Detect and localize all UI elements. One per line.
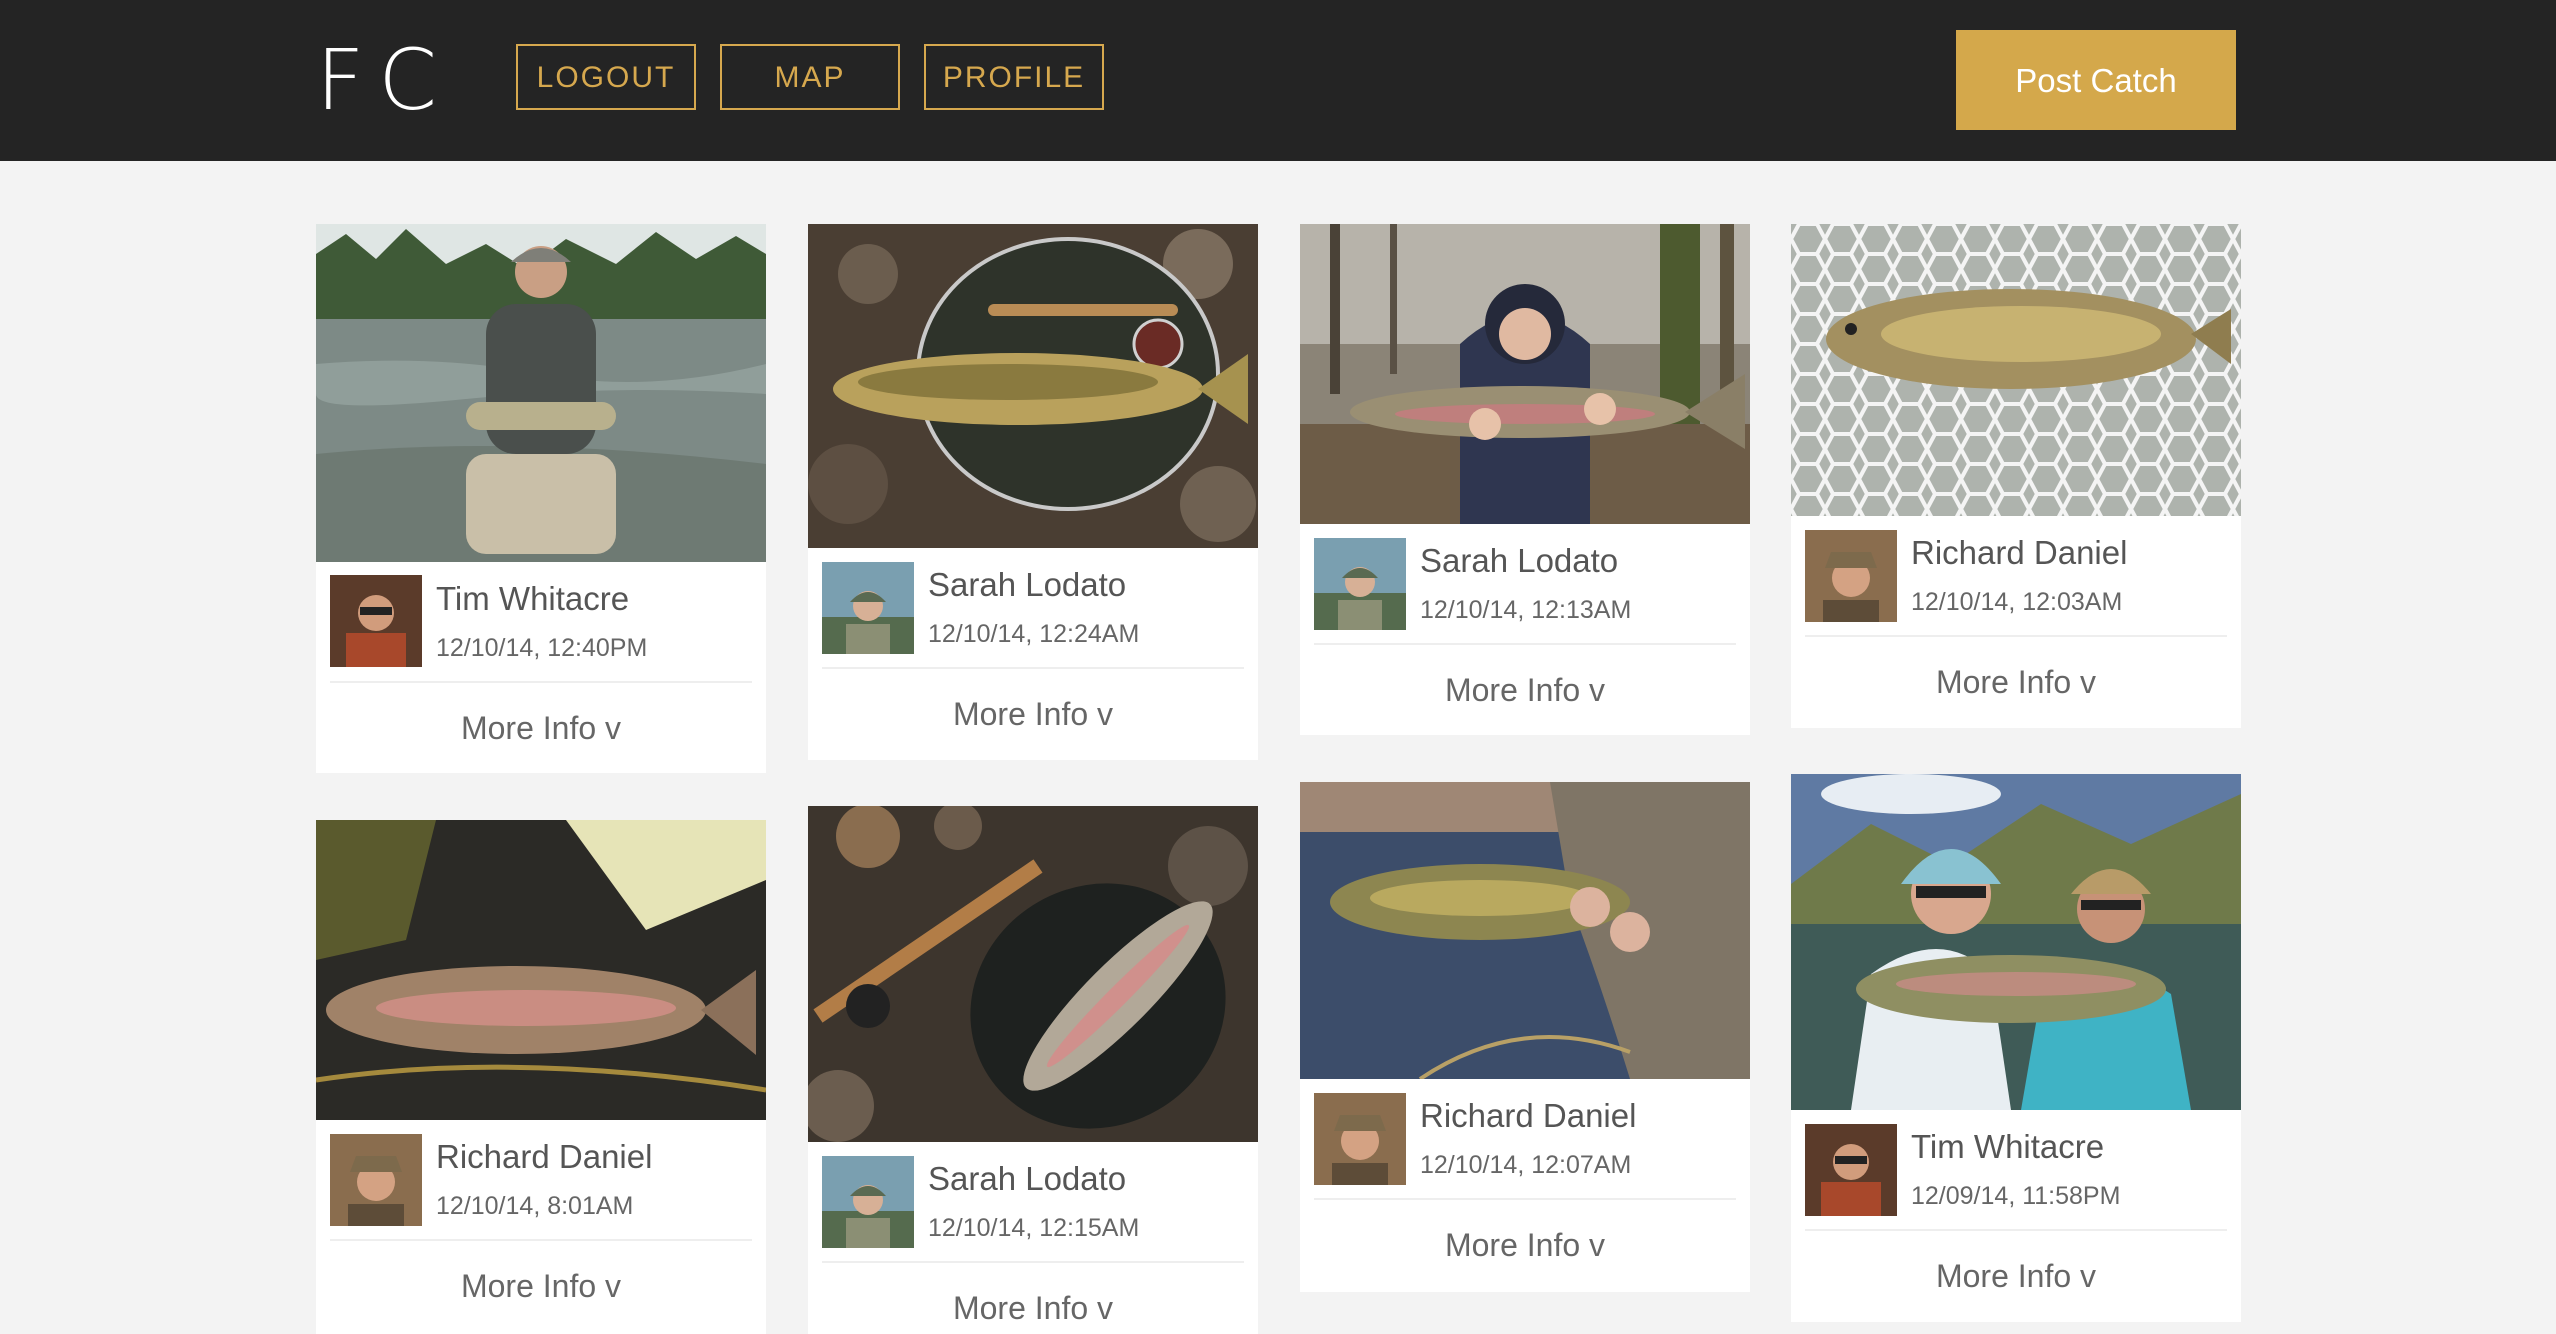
user-avatar[interactable] [1805, 1124, 1897, 1216]
post-catch-button[interactable]: Post Catch [1956, 30, 2236, 130]
catch-date: 12/10/14, 12:03AM [1911, 588, 2123, 616]
user-name[interactable]: Tim Whitacre [436, 580, 629, 618]
logout-button[interactable]: LOGOUT [516, 44, 696, 110]
user-name[interactable]: Richard Daniel [436, 1138, 652, 1176]
catch-photo[interactable] [1791, 224, 2241, 516]
profile-button[interactable]: PROFILE [924, 44, 1104, 110]
catch-card: Sarah Lodato 12/10/14, 12:15AM More Info… [808, 806, 1258, 1334]
catch-card: Sarah Lodato 12/10/14, 12:13AM More Info… [1300, 224, 1750, 735]
user-avatar[interactable] [330, 575, 422, 667]
catch-date: 12/10/14, 12:40PM [436, 634, 648, 662]
user-avatar[interactable] [1805, 530, 1897, 622]
divider [822, 1261, 1244, 1263]
more-info-link[interactable]: More Info v [1300, 1227, 1750, 1264]
catch-photo[interactable] [1300, 224, 1750, 524]
catch-date: 12/10/14, 12:24AM [928, 620, 1140, 648]
divider [330, 681, 752, 683]
divider [1805, 1229, 2227, 1231]
catch-card: Richard Daniel 12/10/14, 12:03AM More In… [1791, 224, 2241, 728]
user-avatar[interactable] [1314, 538, 1406, 630]
catch-photo[interactable] [808, 224, 1258, 548]
user-name[interactable]: Sarah Lodato [928, 1160, 1126, 1198]
catch-date: 12/10/14, 8:01AM [436, 1192, 634, 1220]
user-avatar[interactable] [330, 1134, 422, 1226]
map-button[interactable]: MAP [720, 44, 900, 110]
top-navbar: FC LOGOUT MAP PROFILE Post Catch [0, 0, 2556, 161]
catch-date: 12/10/14, 12:15AM [928, 1214, 1140, 1242]
user-name[interactable]: Sarah Lodato [928, 566, 1126, 604]
catch-card: Tim Whitacre 12/10/14, 12:40PM More Info… [316, 224, 766, 773]
catch-photo[interactable] [808, 806, 1258, 1142]
more-info-link[interactable]: More Info v [1300, 672, 1750, 709]
user-avatar[interactable] [1314, 1093, 1406, 1185]
user-name[interactable]: Richard Daniel [1420, 1097, 1636, 1135]
user-name[interactable]: Richard Daniel [1911, 534, 2127, 572]
user-name[interactable]: Sarah Lodato [1420, 542, 1618, 580]
catch-card: Richard Daniel 12/10/14, 8:01AM More Inf… [316, 820, 766, 1334]
user-name[interactable]: Tim Whitacre [1911, 1128, 2104, 1166]
divider [330, 1239, 752, 1241]
divider [1314, 1198, 1736, 1200]
catch-photo[interactable] [316, 820, 766, 1120]
divider [822, 667, 1244, 669]
catch-photo[interactable] [1791, 774, 2241, 1110]
divider [1805, 635, 2227, 637]
catch-date: 12/09/14, 11:58PM [1911, 1182, 2121, 1210]
catch-date: 12/10/14, 12:07AM [1420, 1151, 1632, 1179]
more-info-link[interactable]: More Info v [316, 1268, 766, 1305]
catch-card: Richard Daniel 12/10/14, 12:07AM More In… [1300, 782, 1750, 1292]
more-info-link[interactable]: More Info v [808, 696, 1258, 733]
more-info-link[interactable]: More Info v [316, 710, 766, 747]
more-info-link[interactable]: More Info v [1791, 664, 2241, 701]
catch-photo[interactable] [1300, 782, 1750, 1079]
catch-card: Sarah Lodato 12/10/14, 12:24AM More Info… [808, 224, 1258, 760]
catch-photo[interactable] [316, 224, 766, 562]
app-logo[interactable]: FC [316, 35, 451, 125]
catch-date: 12/10/14, 12:13AM [1420, 596, 1632, 624]
divider [1314, 643, 1736, 645]
user-avatar[interactable] [822, 1156, 914, 1248]
user-avatar[interactable] [822, 562, 914, 654]
catch-card: Tim Whitacre 12/09/14, 11:58PM More Info… [1791, 774, 2241, 1322]
more-info-link[interactable]: More Info v [808, 1290, 1258, 1327]
more-info-link[interactable]: More Info v [1791, 1258, 2241, 1295]
